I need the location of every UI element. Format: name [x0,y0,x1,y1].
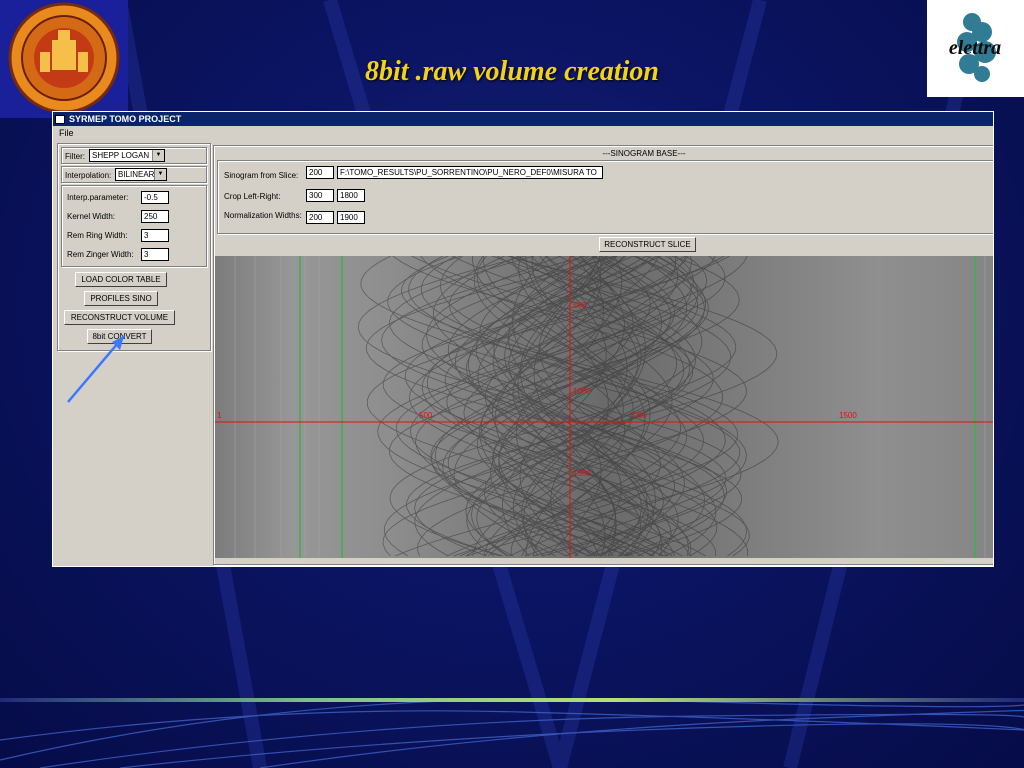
interpolation-label: Interpolation: [65,171,112,180]
sinogram-settings-group: Sinogram from Slice: 200 F:\TOMO_RESULTS… [217,160,993,234]
sinogram-plot: 1 500 1000 1500 500 1000 1500 [215,256,993,558]
normalization-widths-label: Normalization Widths: [224,211,302,220]
y-tick-1500: 1500 [573,469,591,478]
rem-zinger-width-label: Rem Zinger Width: [67,250,134,259]
interpolation-select[interactable]: BILINEAR ▼ [115,168,167,181]
sinogram-base-title: ---SINOGRAM BASE--- [602,149,686,158]
footer-band [0,698,1024,702]
filter-label: Filter: [65,152,85,161]
app-icon[interactable] [55,114,65,124]
norm-right-input[interactable]: 1900 [337,211,365,224]
chevron-down-icon[interactable]: ▼ [154,169,166,180]
crop-left-input[interactable]: 300 [306,189,334,202]
window-title: SYRMEP TOMO PROJECT [69,114,182,124]
rem-zinger-width-input[interactable]: 3 [141,248,169,261]
crop-right-input[interactable]: 1800 [337,189,365,202]
crop-left-right-label: Crop Left-Right: [224,192,281,201]
x-tick-1500: 1500 [839,411,857,420]
slide-title: 8bit .raw volume creation [365,56,659,87]
x-tick-1000: 1000 [629,411,647,420]
filter-group: Filter: SHEPP LOGAN ▼ [61,147,207,164]
chevron-down-icon[interactable]: ▼ [152,150,164,161]
y-tick-1000: 1000 [573,387,591,396]
rem-ring-width-input[interactable]: 3 [141,229,169,242]
filter-select[interactable]: SHEPP LOGAN ▼ [89,149,165,162]
load-color-table-button[interactable]: LOAD COLOR TABLE [75,272,167,287]
kernel-width-input[interactable]: 250 [141,210,169,223]
kernel-width-label: Kernel Width: [67,212,116,221]
sinogram-slice-input[interactable]: 200 [306,166,334,179]
pointer-arrow [67,335,125,403]
sinogram-image[interactable]: 1 500 1000 1500 500 1000 1500 [215,256,993,558]
x-tick-500: 500 [419,411,433,420]
interp-parameter-input[interactable]: -0.5 [141,191,169,204]
window-titlebar[interactable]: SYRMEP TOMO PROJECT [53,112,993,126]
rem-ring-width-label: Rem Ring Width: [67,231,128,240]
menu-bar: File [53,126,993,139]
parameters-group: Interp.parameter: -0.5 Kernel Width: 250… [61,185,207,267]
interpolation-group: Interpolation: BILINEAR ▼ [61,166,207,183]
interp-parameter-label: Interp.parameter: [67,193,129,202]
norm-left-input[interactable]: 200 [306,211,334,224]
sinogram-path-input[interactable]: F:\TOMO_RESULTS\PU_SORRENTINO\PU_NERO_DE… [337,166,603,179]
reconstruct-volume-button[interactable]: RECONSTRUCT VOLUME [64,310,175,325]
profiles-sino-button[interactable]: PROFILES SINO [84,291,158,306]
syrmep-app-window: SYRMEP TOMO PROJECT File Filter: SHEPP L… [52,111,994,567]
sinogram-slice-label: Sinogram from Slice: [224,171,299,180]
menu-file[interactable]: File [59,128,74,138]
reconstruct-slice-button[interactable]: RECONSTRUCT SLICE [599,237,696,252]
y-tick-500: 500 [573,301,587,310]
x-tick-1: 1 [217,411,222,420]
left-control-panel: Filter: SHEPP LOGAN ▼ Interpolation: BIL… [57,143,211,351]
